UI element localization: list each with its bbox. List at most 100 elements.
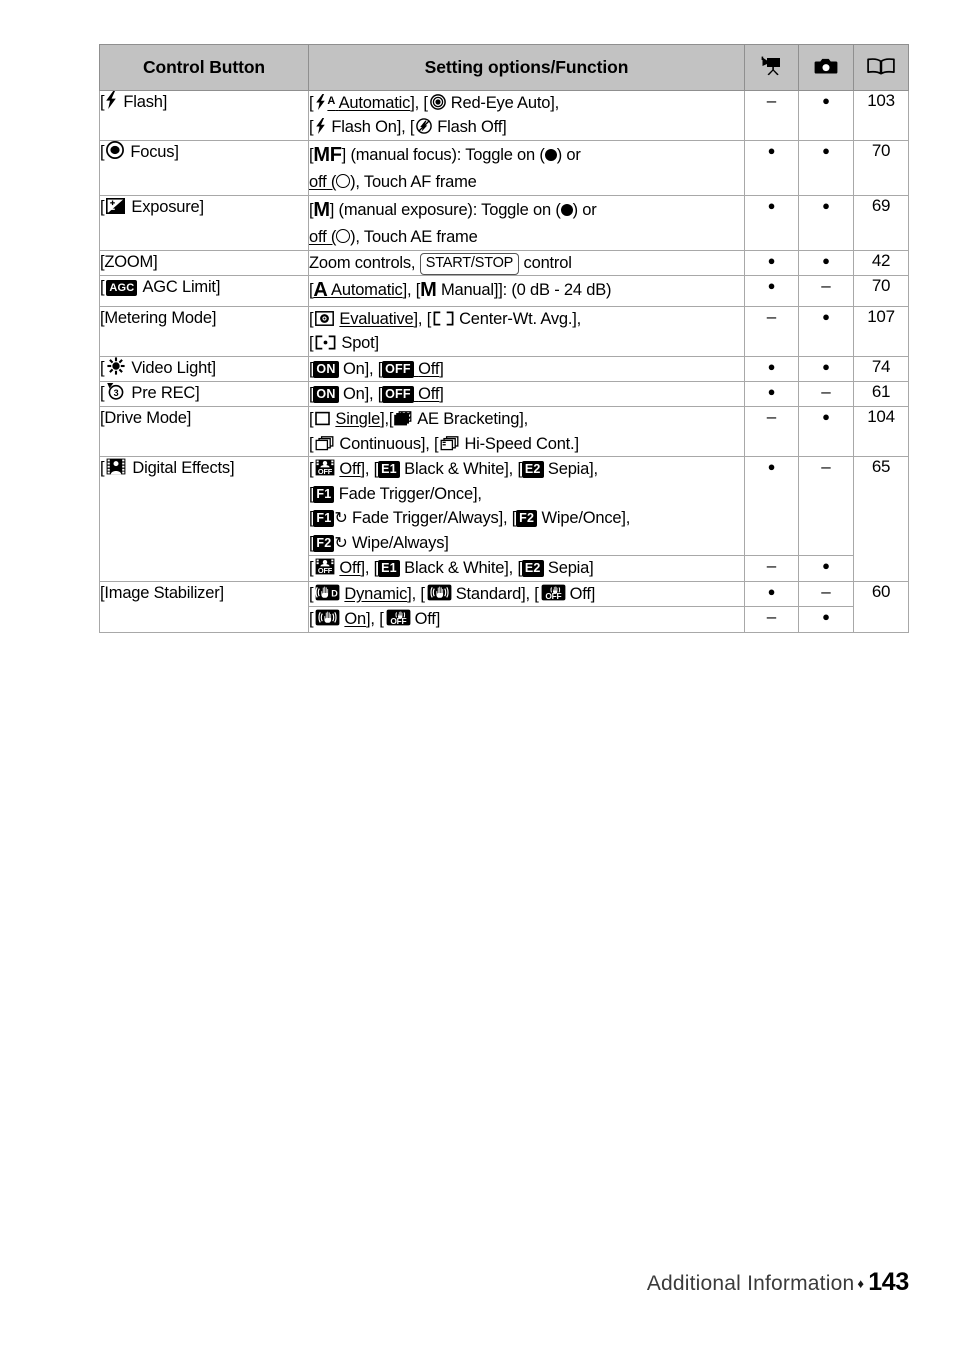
row-label-focus: [ Focus]	[99, 139, 309, 196]
open-bracket: [	[100, 384, 105, 403]
bracket: ]	[502, 118, 507, 137]
option-label: Flash On	[331, 118, 397, 137]
is-standard-icon	[315, 609, 340, 626]
open-bracket: [	[100, 278, 105, 297]
row-label-exposure: [Exposure]	[99, 194, 309, 251]
row-label-text: Digital Effects]	[132, 459, 235, 478]
photo-camera-icon	[813, 56, 839, 76]
option-label: Black & White	[404, 559, 505, 578]
svg-text:OFF: OFF	[318, 467, 333, 476]
agc-photo-availability: –	[798, 275, 854, 307]
option-label: Off	[339, 460, 361, 479]
flash-off-icon	[416, 118, 433, 135]
exposure-off-label: off	[309, 228, 327, 247]
flash-auto-icon	[315, 94, 326, 110]
option-label: Evaluative	[339, 309, 414, 328]
hi-speed-continuous-icon	[440, 435, 459, 451]
flash-icon	[105, 91, 117, 109]
e1-badge-icon: E1	[378, 560, 400, 578]
bracket: [	[426, 309, 432, 328]
row-options-metering-mode: [Evaluative], [Center-Wt. Avg.], [Spot]	[308, 305, 745, 357]
row-label-flash: [Flash]	[99, 90, 309, 141]
comma: ,	[411, 584, 417, 603]
exposure-default: off (	[309, 228, 351, 247]
bracket: ]	[589, 559, 594, 578]
svg-text:OFF: OFF	[545, 591, 561, 601]
option-label: Single	[335, 410, 381, 429]
comma: ,	[525, 584, 531, 603]
option-label: On	[342, 385, 365, 404]
bracket: [	[388, 410, 394, 429]
option-label: Fade Trigger/Once	[338, 484, 473, 503]
zoom-control-word: control	[523, 253, 572, 272]
table-row-agc-limit: [AGC AGC Limit] [A Automatic], [M Manual]…	[99, 275, 909, 307]
row-label-text: Exposure]	[131, 197, 204, 216]
digital-effects-off-icon: OFF	[315, 558, 335, 575]
comma: ,	[523, 410, 529, 429]
digital-effects-photo-availability: –	[798, 456, 854, 557]
row-options-flash: [A Automatic], [Red-Eye Auto], [Flash On…	[308, 90, 745, 141]
m-label: M	[313, 198, 330, 221]
bracket: ]	[590, 584, 596, 603]
bracket: [	[409, 118, 415, 137]
option-label: Sepia	[547, 460, 590, 479]
on-badge-icon: ON	[313, 386, 339, 404]
flash-movie-availability: –	[744, 90, 799, 141]
comma: ,	[417, 309, 423, 328]
option-label: AE Bracketing	[417, 410, 520, 429]
open-bracket: [	[100, 142, 105, 161]
focus-or: ) or	[556, 145, 581, 164]
mf-label: MF	[313, 143, 342, 166]
header-control-button: Control Button	[99, 44, 309, 91]
bracket: [	[309, 309, 314, 328]
bracket: [	[309, 610, 314, 629]
agc-movie-availability: ●	[744, 275, 799, 307]
single-shot-icon	[315, 411, 331, 426]
comma: ,	[364, 559, 370, 578]
svg-text:3: 3	[114, 388, 119, 398]
comma: ,	[477, 484, 482, 503]
pre-rec-icon: 3	[106, 382, 125, 400]
spot-metering-icon	[315, 335, 336, 350]
bracket: ]	[439, 385, 444, 404]
option-label: Center-Wt. Avg.	[459, 309, 573, 328]
zoom-page-ref: 42	[853, 249, 909, 277]
option-label: Wipe/Once	[541, 509, 622, 528]
bracket: ]	[574, 434, 579, 453]
row-options-digital-effects-photo: [OFF Off], [E1 Black & White], [E2 Sepia]	[308, 555, 745, 582]
svg-text:D: D	[332, 588, 339, 598]
digital-effects-photo-row-photo-availability: ●	[798, 555, 854, 582]
option-label: Fade Trigger/Always	[352, 509, 499, 528]
bracket: [	[309, 94, 314, 112]
agc-badge-icon: AGC	[106, 280, 138, 297]
bracket: ]	[435, 610, 441, 629]
pre-rec-page-ref: 61	[853, 381, 909, 408]
flash-page-ref: 103	[853, 90, 909, 141]
image-stabilizer-photo-availability: –	[798, 580, 854, 608]
filled-circle-icon	[544, 148, 557, 161]
image-stabilizer-photo-row-movie-availability: –	[744, 606, 799, 633]
image-stabilizer-page-ref: 60	[853, 580, 909, 633]
video-light-movie-availability: ●	[744, 355, 799, 383]
pre-rec-photo-availability: –	[798, 381, 854, 408]
bracket: [	[309, 559, 314, 578]
footer-diamond-separator: ♦	[857, 1276, 865, 1291]
digital-effects-icon	[106, 458, 126, 475]
bracket: [	[309, 118, 314, 137]
comma: ,	[593, 460, 599, 479]
option-label: Red-Eye Auto	[450, 94, 551, 112]
table-row-focus: [Focus] [MF] (manual focus): Toggle on (…	[99, 139, 909, 196]
image-stabilizer-movie-availability: ●	[744, 580, 799, 608]
row-options-digital-effects-movie: [OFF Off], [E1 Black & White], [E2 Sepia]…	[308, 456, 745, 557]
comma: ,	[364, 460, 370, 479]
e2-badge-icon: E2	[521, 560, 544, 578]
comma: ,	[368, 359, 374, 378]
table-row-image-stabilizer-movie: [Image Stabilizer] [D Dynamic], [Standard…	[99, 580, 909, 633]
zoom-movie-availability: ●	[744, 249, 799, 277]
row-label-text: Pre REC]	[131, 384, 200, 403]
drive-mode-page-ref: 104	[853, 406, 909, 458]
open-circle-icon	[336, 174, 351, 189]
bracket: [	[309, 460, 314, 479]
flash-on-icon	[315, 118, 326, 135]
row-label-text: Focus]	[130, 142, 179, 161]
